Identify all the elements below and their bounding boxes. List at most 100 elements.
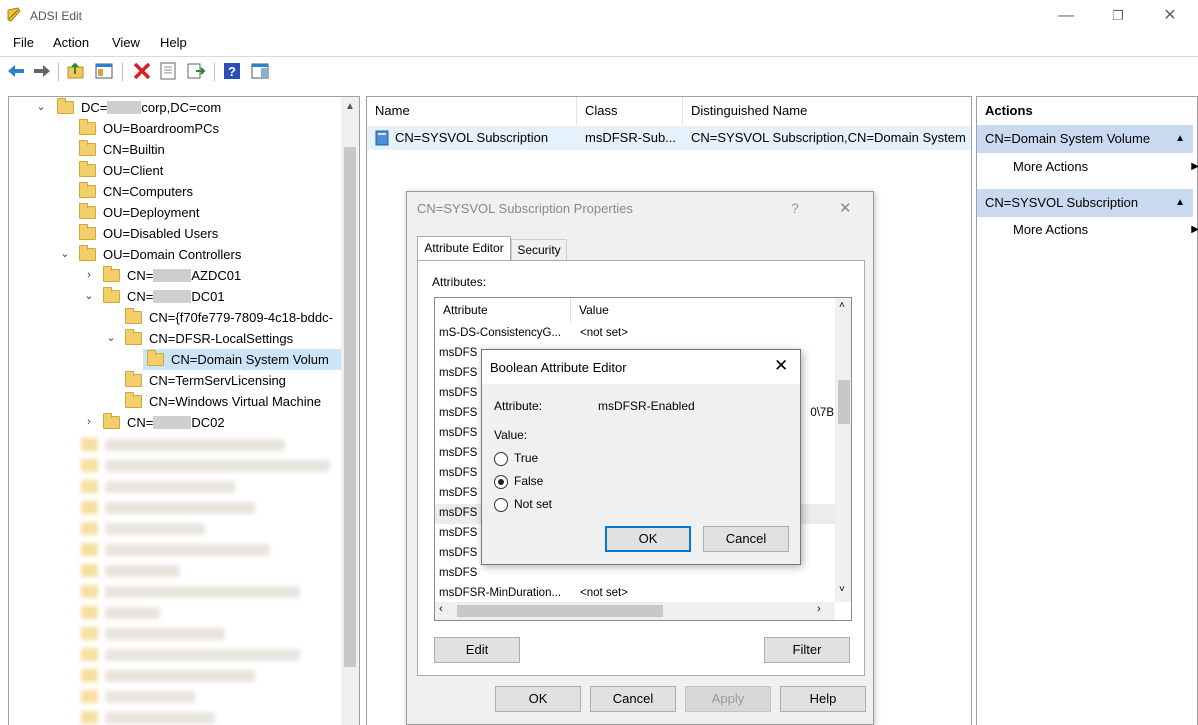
folder-icon (57, 98, 74, 114)
attr-hscrollbar[interactable]: ‹ › (435, 602, 835, 620)
radio-button-selected[interactable] (494, 475, 508, 489)
show-hide-action-pane-icon[interactable] (250, 61, 270, 81)
folder-icon (79, 203, 96, 219)
radio-button[interactable] (494, 452, 508, 466)
radio-true[interactable]: True (494, 450, 614, 468)
tree-item-selected[interactable]: CN=Domain System Volum (143, 349, 341, 370)
attribute-name: msDFS (439, 567, 478, 579)
attr-hscroll-thumb[interactable] (457, 605, 663, 617)
attribute-value: <not set> (580, 587, 628, 599)
help-question-button[interactable]: ? (791, 200, 799, 216)
scroll-down-arrow-icon[interactable]: ˅ (839, 584, 845, 595)
tab-security[interactable]: Security (511, 239, 567, 261)
properties-icon[interactable] (158, 61, 178, 81)
menu-file[interactable]: File (13, 35, 34, 50)
help-button[interactable]: Help (780, 686, 866, 712)
collapse-chevron-icon[interactable]: ⌄ (59, 244, 71, 265)
attr-vscroll-thumb[interactable] (838, 380, 850, 424)
apply-button[interactable]: Apply (685, 686, 771, 712)
help-icon[interactable]: ? (222, 61, 242, 81)
toolbar: ? (0, 56, 1198, 86)
up-folder-icon[interactable] (66, 61, 86, 81)
tree-scroll-thumb[interactable] (344, 147, 356, 667)
bool-dialog-title: Boolean Attribute Editor (490, 360, 627, 375)
expand-chevron-icon[interactable]: › (83, 412, 95, 433)
minimize-button[interactable]: — (1040, 0, 1092, 32)
collapse-arrow-icon[interactable]: ▲ (1175, 189, 1185, 217)
filter-button[interactable]: Filter (764, 637, 850, 663)
cancel-button[interactable]: Cancel (590, 686, 676, 712)
tab-attribute-editor[interactable]: Attribute Editor (417, 236, 511, 261)
scroll-up-arrow-icon[interactable]: ▲ (345, 101, 355, 112)
folder-icon (79, 140, 96, 156)
tree-scrollbar[interactable]: ▲ (341, 97, 359, 725)
ok-button[interactable]: OK (495, 686, 581, 712)
object-icon (375, 130, 389, 146)
tree-root[interactable]: ⌄ DC= corp,DC=com (9, 97, 339, 118)
expand-chevron-icon[interactable]: › (83, 265, 95, 286)
radio-false[interactable]: False (494, 473, 614, 491)
folder-icon (103, 287, 120, 303)
collapse-chevron-icon[interactable]: ⌄ (105, 328, 117, 349)
back-arrow-icon[interactable] (6, 61, 26, 81)
window-title: ADSI Edit (30, 9, 83, 23)
cell-dn: CN=SYSVOL Subscription,CN=Domain System (691, 130, 966, 145)
column-header-dn[interactable]: Distinguished Name (683, 97, 971, 125)
actions-section-header[interactable]: CN=Domain System Volume ▲ (977, 125, 1193, 153)
close-button[interactable]: ✕ (1144, 0, 1196, 32)
collapse-arrow-icon[interactable]: ▲ (1175, 125, 1185, 153)
tree-root-prefix: DC= (81, 100, 108, 115)
attribute-name: mS-DS-ConsistencyG... (439, 327, 562, 339)
delete-icon[interactable] (132, 61, 152, 81)
export-list-icon[interactable] (186, 61, 206, 81)
console-tree-icon[interactable] (94, 61, 114, 81)
attribute-row[interactable]: mS-DS-ConsistencyG... <not set> (435, 324, 835, 344)
column-header-class[interactable]: Class (577, 97, 683, 125)
bool-cancel-button[interactable]: Cancel (703, 526, 789, 552)
scroll-left-arrow-icon[interactable]: ‹ (439, 603, 443, 615)
cell-name: CN=SYSVOL Subscription (395, 130, 549, 145)
maximize-button[interactable]: ❐ (1092, 0, 1144, 32)
folder-icon (79, 245, 96, 261)
more-actions-item[interactable]: More Actions ▶ (1013, 218, 1198, 242)
title-bar: ADSI Edit — ❐ ✕ (0, 0, 1198, 32)
attribute-row[interactable]: msDFSR-MinDuration... <not set> (435, 584, 835, 604)
attribute-name: msDFSR-MinDuration... (439, 587, 562, 599)
menu-bar: File Action View Help (0, 32, 1198, 54)
folder-icon (79, 224, 96, 240)
forward-arrow-icon[interactable] (32, 61, 52, 81)
scroll-right-arrow-icon[interactable]: › (817, 603, 821, 615)
collapse-chevron-icon[interactable]: ⌄ (35, 97, 47, 118)
attr-vscrollbar[interactable]: ˄ ˅ (835, 298, 851, 602)
menu-action[interactable]: Action (53, 35, 89, 50)
folder-icon (125, 392, 142, 408)
dialog-title: CN=SYSVOL Subscription Properties (417, 201, 633, 216)
column-header-value[interactable]: Value (571, 298, 835, 322)
column-header-name[interactable]: Name (367, 97, 577, 125)
edit-button[interactable]: Edit (434, 637, 520, 663)
column-header-attribute[interactable]: Attribute (435, 298, 571, 322)
bool-attribute-label: Attribute: (494, 399, 543, 413)
radio-not-set[interactable]: Not set (494, 496, 614, 514)
radio-button[interactable] (494, 498, 508, 512)
menu-view[interactable]: View (112, 35, 140, 50)
bool-ok-button[interactable]: OK (605, 526, 691, 552)
scroll-up-arrow-icon[interactable]: ˄ (839, 300, 845, 311)
folder-icon (103, 266, 120, 282)
actions-section-header[interactable]: CN=SYSVOL Subscription ▲ (977, 189, 1193, 217)
folder-icon (103, 413, 120, 429)
attribute-row[interactable]: msDFS (435, 564, 835, 584)
actions-title: Actions (985, 103, 1033, 118)
cell-class: msDFSR-Sub... (585, 130, 677, 145)
dialog-close-button[interactable]: ✕ (839, 199, 852, 217)
boolean-editor-dialog: Boolean Attribute Editor ✕ Attribute: ms… (481, 349, 801, 565)
table-row[interactable]: CN=SYSVOL Subscription msDFSR-Sub... CN=… (367, 126, 971, 150)
menu-help[interactable]: Help (160, 35, 187, 50)
collapse-chevron-icon[interactable]: ⌄ (83, 286, 95, 307)
more-actions-item[interactable]: More Actions ▶ (1013, 155, 1198, 179)
tree-pane: ⌄ DC= corp,DC=com OU=BoardroomPCs CN=Buil… (8, 96, 360, 725)
folder-icon (79, 119, 96, 135)
folder-icon (79, 161, 96, 177)
folder-icon (125, 371, 142, 387)
bool-close-button[interactable]: ✕ (774, 356, 788, 376)
